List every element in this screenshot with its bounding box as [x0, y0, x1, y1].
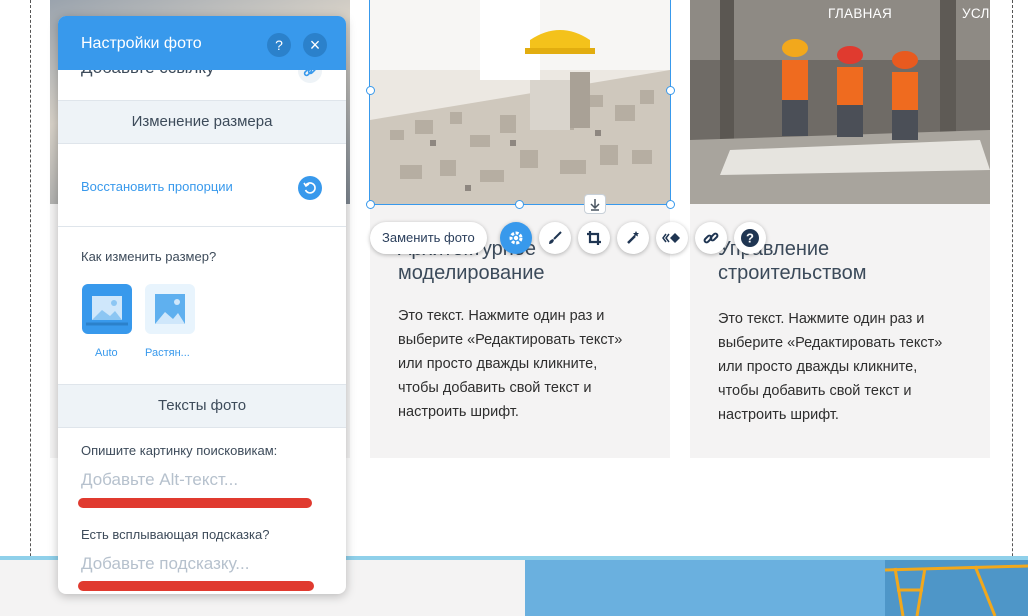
highlight-underline [78, 498, 312, 508]
help-button[interactable]: ? [734, 222, 766, 254]
resize-option-stretch[interactable] [145, 284, 195, 334]
bottom-crane-photo[interactable] [525, 560, 1028, 616]
enhance-button[interactable] [617, 222, 649, 254]
restore-icon[interactable] [298, 176, 322, 200]
card-2-body-line: или просто дважды кликните, [718, 359, 918, 375]
card-2-body-line: Это текст. Нажмите один раз и [718, 311, 925, 327]
brush-icon [546, 229, 564, 247]
alt-text-label: Опишите картинку поисковикам: [81, 443, 278, 458]
how-resize-label: Как изменить размер? [81, 249, 217, 264]
brush-button[interactable] [539, 222, 571, 254]
resize-option-stretch-label: Растян... [145, 347, 190, 359]
auto-resize-icon [86, 296, 128, 326]
panel-title: Настройки фото [81, 35, 202, 52]
divider [58, 226, 346, 227]
resize-section-header: Изменение размера [58, 100, 346, 144]
download-icon[interactable] [584, 194, 606, 214]
help-icon: ? [740, 228, 760, 248]
svg-text:?: ? [746, 231, 754, 246]
resize-handle[interactable] [666, 200, 675, 209]
resize-handle[interactable] [366, 200, 375, 209]
help-button[interactable]: ? [267, 33, 291, 57]
construction-workers-photo[interactable] [690, 0, 990, 204]
resize-option-auto[interactable] [82, 284, 132, 334]
replace-photo-button[interactable]: Заменить фото [370, 222, 487, 254]
left-guide-line [30, 0, 31, 616]
card-1-body[interactable]: Это текст. Нажмите один раз и выберите «… [398, 304, 622, 424]
nav-item-home[interactable]: ГЛАВНАЯ [828, 6, 892, 21]
photo-texts-section-header: Тексты фото [58, 384, 346, 428]
alt-text-input[interactable]: Добавьте Alt-текст... [81, 470, 238, 490]
resize-handle[interactable] [666, 86, 675, 95]
card-2-body-line: чтобы добавить свой текст и [718, 383, 912, 399]
settings-button[interactable] [500, 222, 532, 254]
panel-header[interactable]: Настройки фото ? × [58, 16, 346, 70]
selection-frame[interactable] [369, 0, 671, 205]
resize-option-auto-label: Auto [95, 347, 118, 359]
resize-handle[interactable] [366, 86, 375, 95]
close-icon[interactable]: × [303, 33, 327, 57]
card-1-body-line: чтобы добавить свой текст и [398, 380, 592, 396]
restore-proportions-link[interactable]: Восстановить пропорции [81, 179, 233, 194]
link-button[interactable] [695, 222, 727, 254]
crop-icon [585, 229, 603, 247]
card-2-body[interactable]: Это текст. Нажмите один раз и выберите «… [718, 307, 942, 427]
photo-settings-panel[interactable]: Добавьте ссылку Настройки фото ? × Измен… [58, 16, 346, 594]
link-icon [702, 229, 720, 247]
tooltip-input[interactable]: Добавьте подсказку... [81, 554, 249, 574]
magic-wand-icon [624, 229, 642, 247]
card-2-body-line: настроить шрифт. [718, 407, 839, 423]
tooltip-label: Есть всплывающая подсказка? [81, 527, 270, 542]
card-1-title-line2: моделирование [398, 262, 545, 284]
crop-button[interactable] [578, 222, 610, 254]
card-2-title-line2: строительством [718, 262, 867, 284]
card-1-body-line: Это текст. Нажмите один раз и [398, 308, 605, 324]
stretch-resize-icon [155, 294, 185, 324]
highlight-underline [78, 581, 314, 591]
nav-item-services[interactable]: УСЛ [962, 6, 990, 21]
right-guide-line [1012, 0, 1013, 616]
animation-button[interactable] [656, 222, 688, 254]
card-2-body-line: выберите «Редактировать текст» [718, 335, 943, 351]
settings-icon [507, 229, 525, 247]
crane-image [525, 560, 1028, 616]
animation-icon [662, 229, 682, 247]
card-1-body-line: настроить шрифт. [398, 404, 519, 420]
card-1-body-line: выберите «Редактировать текст» [398, 332, 623, 348]
construction-workers-image [690, 0, 990, 204]
card-1-body-line: или просто дважды кликните, [398, 356, 598, 372]
resize-handle[interactable] [515, 200, 524, 209]
